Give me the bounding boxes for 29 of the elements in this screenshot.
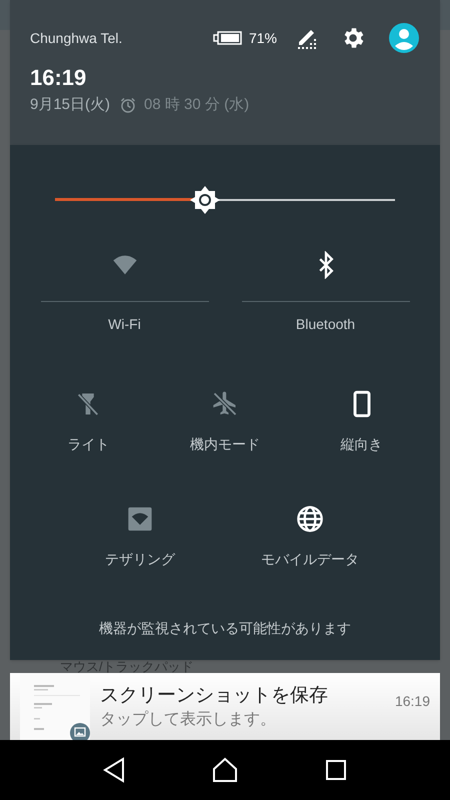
back-icon[interactable] — [103, 757, 126, 783]
alarm-icon — [120, 97, 136, 114]
home-icon[interactable] — [212, 757, 238, 783]
tile-label[interactable]: Bluetooth — [296, 314, 356, 335]
globe-icon[interactable] — [296, 505, 324, 533]
date-text: 9月15日(火) — [30, 95, 110, 115]
alarm-time: 08 時 30 分 (水) — [144, 95, 250, 115]
battery-icon — [212, 30, 243, 46]
hotspot-icon[interactable] — [126, 505, 154, 533]
airplane-icon[interactable] — [210, 390, 239, 418]
image-badge-icon — [70, 723, 90, 740]
monitoring-notice[interactable]: 機器が監視されている可能性があります — [99, 618, 351, 639]
account-icon[interactable] — [388, 22, 420, 54]
edit-icon[interactable] — [297, 27, 317, 49]
tile-label[interactable]: テザリング — [105, 549, 175, 570]
notification-text: タップして表示します。 — [100, 710, 277, 730]
tile-label[interactable]: 縦向き — [340, 434, 383, 455]
recent-apps-icon[interactable] — [324, 759, 347, 781]
tile-label[interactable]: Wi-Fi — [108, 314, 141, 335]
notification-title: スクリーンショットを保存 — [100, 684, 329, 708]
tile-label[interactable]: モバイルデータ — [261, 549, 359, 570]
battery-percent: 71% — [248, 28, 277, 48]
notification-card[interactable]: スクリーンショットを保存 タップして表示します。 16:19 — [10, 673, 440, 740]
brightness-thumb[interactable] — [188, 184, 221, 216]
tile-label[interactable]: 機内モード — [190, 434, 260, 455]
clock-time: 16:19 — [30, 64, 86, 92]
tile-label[interactable]: ライト — [67, 434, 110, 455]
carrier-name: Chunghwa Tel. — [30, 28, 122, 48]
notification-time: 16:19 — [394, 692, 430, 711]
